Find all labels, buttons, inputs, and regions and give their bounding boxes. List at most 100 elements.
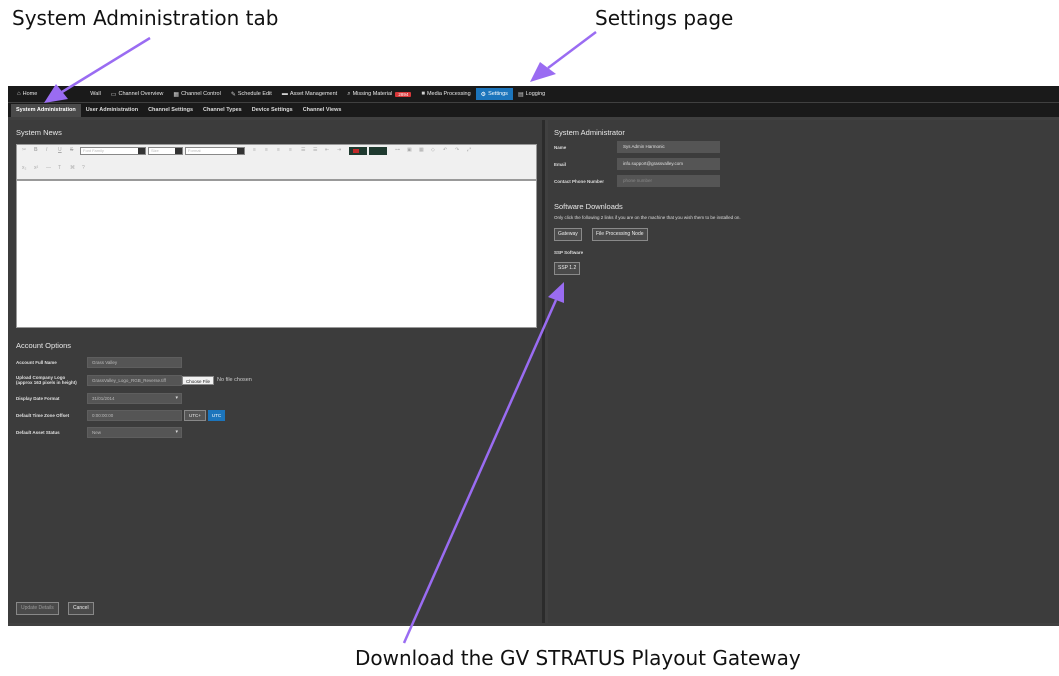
folder-icon: ▬: [281, 91, 288, 97]
strike-icon[interactable]: S: [70, 147, 73, 153]
format-select[interactable]: Format: [185, 147, 245, 155]
callout-admin-tab: System Administration tab: [12, 6, 279, 30]
asset-status-select[interactable]: New: [87, 426, 182, 438]
settings-subtabs: System Administration User Administratio…: [8, 103, 1059, 117]
film-icon: ■: [421, 91, 425, 97]
gear-icon: ⚙: [480, 91, 487, 98]
nav-asset-management[interactable]: ▬ Asset Management: [277, 88, 342, 100]
font-family-select[interactable]: Font Family: [80, 147, 146, 155]
subscript-icon[interactable]: x₂: [22, 165, 26, 171]
superscript-icon[interactable]: x²: [34, 165, 38, 171]
help-icon[interactable]: ?: [82, 165, 85, 171]
outdent-icon[interactable]: ⇤: [325, 147, 329, 153]
link-icon[interactable]: ⊶: [395, 147, 400, 153]
justify-icon[interactable]: ≡: [289, 147, 292, 153]
choose-file-button[interactable]: Choose File: [182, 375, 215, 385]
ssp-software-label: SSP Software: [554, 250, 584, 255]
update-details-button[interactable]: Update Details: [16, 602, 59, 615]
nav-settings[interactable]: ⚙ Settings: [475, 88, 513, 100]
company-logo-filename: GrassValley_Logo_RGB_Reverse.tiff: [87, 374, 182, 386]
nav-home[interactable]: ⌂ Home: [12, 88, 42, 100]
background-color-button[interactable]: [369, 147, 387, 155]
tab-channel-settings[interactable]: Channel Settings: [143, 104, 198, 117]
tab-device-settings[interactable]: Device Settings: [247, 104, 298, 117]
redo-icon[interactable]: ↷: [455, 147, 459, 153]
cancel-button[interactable]: Cancel: [68, 602, 94, 615]
tab-channel-types[interactable]: Channel Types: [198, 104, 247, 117]
ssp-download-button[interactable]: SSP 1.2: [554, 262, 581, 275]
align-right-icon[interactable]: ≡: [277, 147, 280, 153]
company-logo-row: Upload Company Logo (approx 163 pixels in…: [16, 374, 252, 386]
italic-icon[interactable]: I: [46, 147, 47, 153]
nav-missing-material[interactable]: ⌕ Missing Material 2894: [342, 88, 416, 100]
tab-channel-views[interactable]: Channel Views: [298, 104, 347, 117]
system-news-title: System News: [16, 128, 62, 137]
align-left-icon[interactable]: ≡: [253, 147, 256, 153]
clear-format-icon[interactable]: T: [58, 165, 61, 171]
missing-material-badge: 2894: [395, 91, 412, 97]
home-icon: ⌂: [17, 91, 21, 97]
number-list-icon[interactable]: ☰: [313, 147, 317, 153]
system-administrator-title: System Administrator: [554, 128, 625, 137]
fullscreen-icon[interactable]: ⤢: [467, 147, 471, 153]
admin-phone-label: Contact Phone Number: [554, 179, 605, 184]
undo-icon[interactable]: ↶: [443, 147, 447, 153]
admin-name-field[interactable]: Sys Admin Harmonic: [617, 141, 720, 153]
time-zone-row: Default Time Zone Offset 0:00:00:00 UTC+…: [16, 409, 226, 421]
hr-icon[interactable]: —: [46, 165, 51, 171]
editor-toolbar: ✂ B I U S Font Family Size Format ≡ ≡ ≡ …: [16, 144, 537, 180]
date-format-row: Display Date Format 31/01/2014: [16, 392, 182, 404]
file-processing-node-button[interactable]: File Processing Node: [592, 228, 648, 241]
tab-system-administration[interactable]: System Administration: [11, 103, 81, 117]
image-icon[interactable]: ▣: [407, 147, 412, 153]
monitor-icon: ▭: [110, 91, 117, 98]
nav-channel-overview[interactable]: ▭ Channel Overview: [106, 88, 169, 100]
gateway-download-button[interactable]: Gateway: [554, 228, 582, 241]
list-icon: ▤: [517, 91, 524, 98]
font-size-select[interactable]: Size: [148, 147, 183, 155]
admin-email-field[interactable]: info.support@grassvalley.com: [617, 158, 720, 170]
align-center-icon[interactable]: ≡: [265, 147, 268, 153]
indent-icon[interactable]: ⇥: [337, 147, 341, 153]
admin-name-label: Name: [554, 145, 567, 150]
arrow-to-admin-tab: [61, 36, 151, 94]
grid-icon: ▦: [173, 91, 180, 98]
right-panel: System Administrator Name Sys Admin Harm…: [548, 120, 1059, 623]
date-format-select[interactable]: 31/01/2014: [87, 392, 182, 404]
nav-wall[interactable]: Wall: [42, 88, 106, 100]
callout-download-gateway: Download the GV STRATUS Playout Gateway: [355, 646, 801, 670]
no-file-label: No file chosen: [217, 377, 252, 383]
source-icon[interactable]: ⌘: [70, 165, 75, 171]
underline-icon[interactable]: U: [58, 147, 62, 153]
arrow-head-settings: [530, 62, 556, 82]
admin-phone-field[interactable]: phone number: [617, 175, 720, 187]
cut-icon[interactable]: ✂: [22, 147, 26, 153]
utc-button[interactable]: UTC: [207, 409, 226, 421]
code-icon[interactable]: ◇: [431, 147, 435, 153]
bold-icon[interactable]: B: [34, 147, 38, 153]
nav-media-processing[interactable]: ■ Media Processing: [416, 88, 475, 100]
time-zone-field[interactable]: 0:00:00:00: [87, 409, 182, 421]
admin-email-label: Email: [554, 162, 567, 167]
tab-user-administration[interactable]: User Administration: [81, 104, 143, 117]
app-window: ⌂ Home Wall ▭ Channel Overview ▦ Channel Co…: [8, 86, 1059, 626]
system-news-editor[interactable]: [16, 180, 537, 328]
account-options-title: Account Options: [16, 341, 72, 350]
text-color-button[interactable]: [349, 147, 367, 155]
search-icon: ⌕: [347, 90, 351, 97]
downloads-description: Only click the following 2 links if you …: [554, 215, 741, 220]
edit-icon: ✎: [230, 91, 236, 98]
bullet-list-icon[interactable]: ☰: [301, 147, 305, 153]
nav-logging[interactable]: ▤ Logging: [513, 88, 550, 100]
account-full-name-field[interactable]: Grass Valley: [87, 356, 182, 368]
nav-channel-control[interactable]: ▦ Channel Control: [168, 88, 225, 100]
table-icon[interactable]: ▦: [419, 147, 424, 153]
software-downloads-title: Software Downloads: [554, 202, 623, 211]
left-panel: System News ✂ B I U S Font Family Size F…: [8, 120, 545, 623]
utc-plus-button[interactable]: UTC+: [184, 409, 206, 421]
top-navigation: ⌂ Home Wall ▭ Channel Overview ▦ Channel Co…: [8, 86, 1059, 102]
account-full-name-row: Account Full Name Grass Valley: [16, 356, 182, 368]
arrow-to-settings: [547, 31, 597, 69]
callout-settings-page: Settings page: [595, 6, 734, 30]
nav-schedule-edit[interactable]: ✎ Schedule Edit: [226, 88, 277, 100]
